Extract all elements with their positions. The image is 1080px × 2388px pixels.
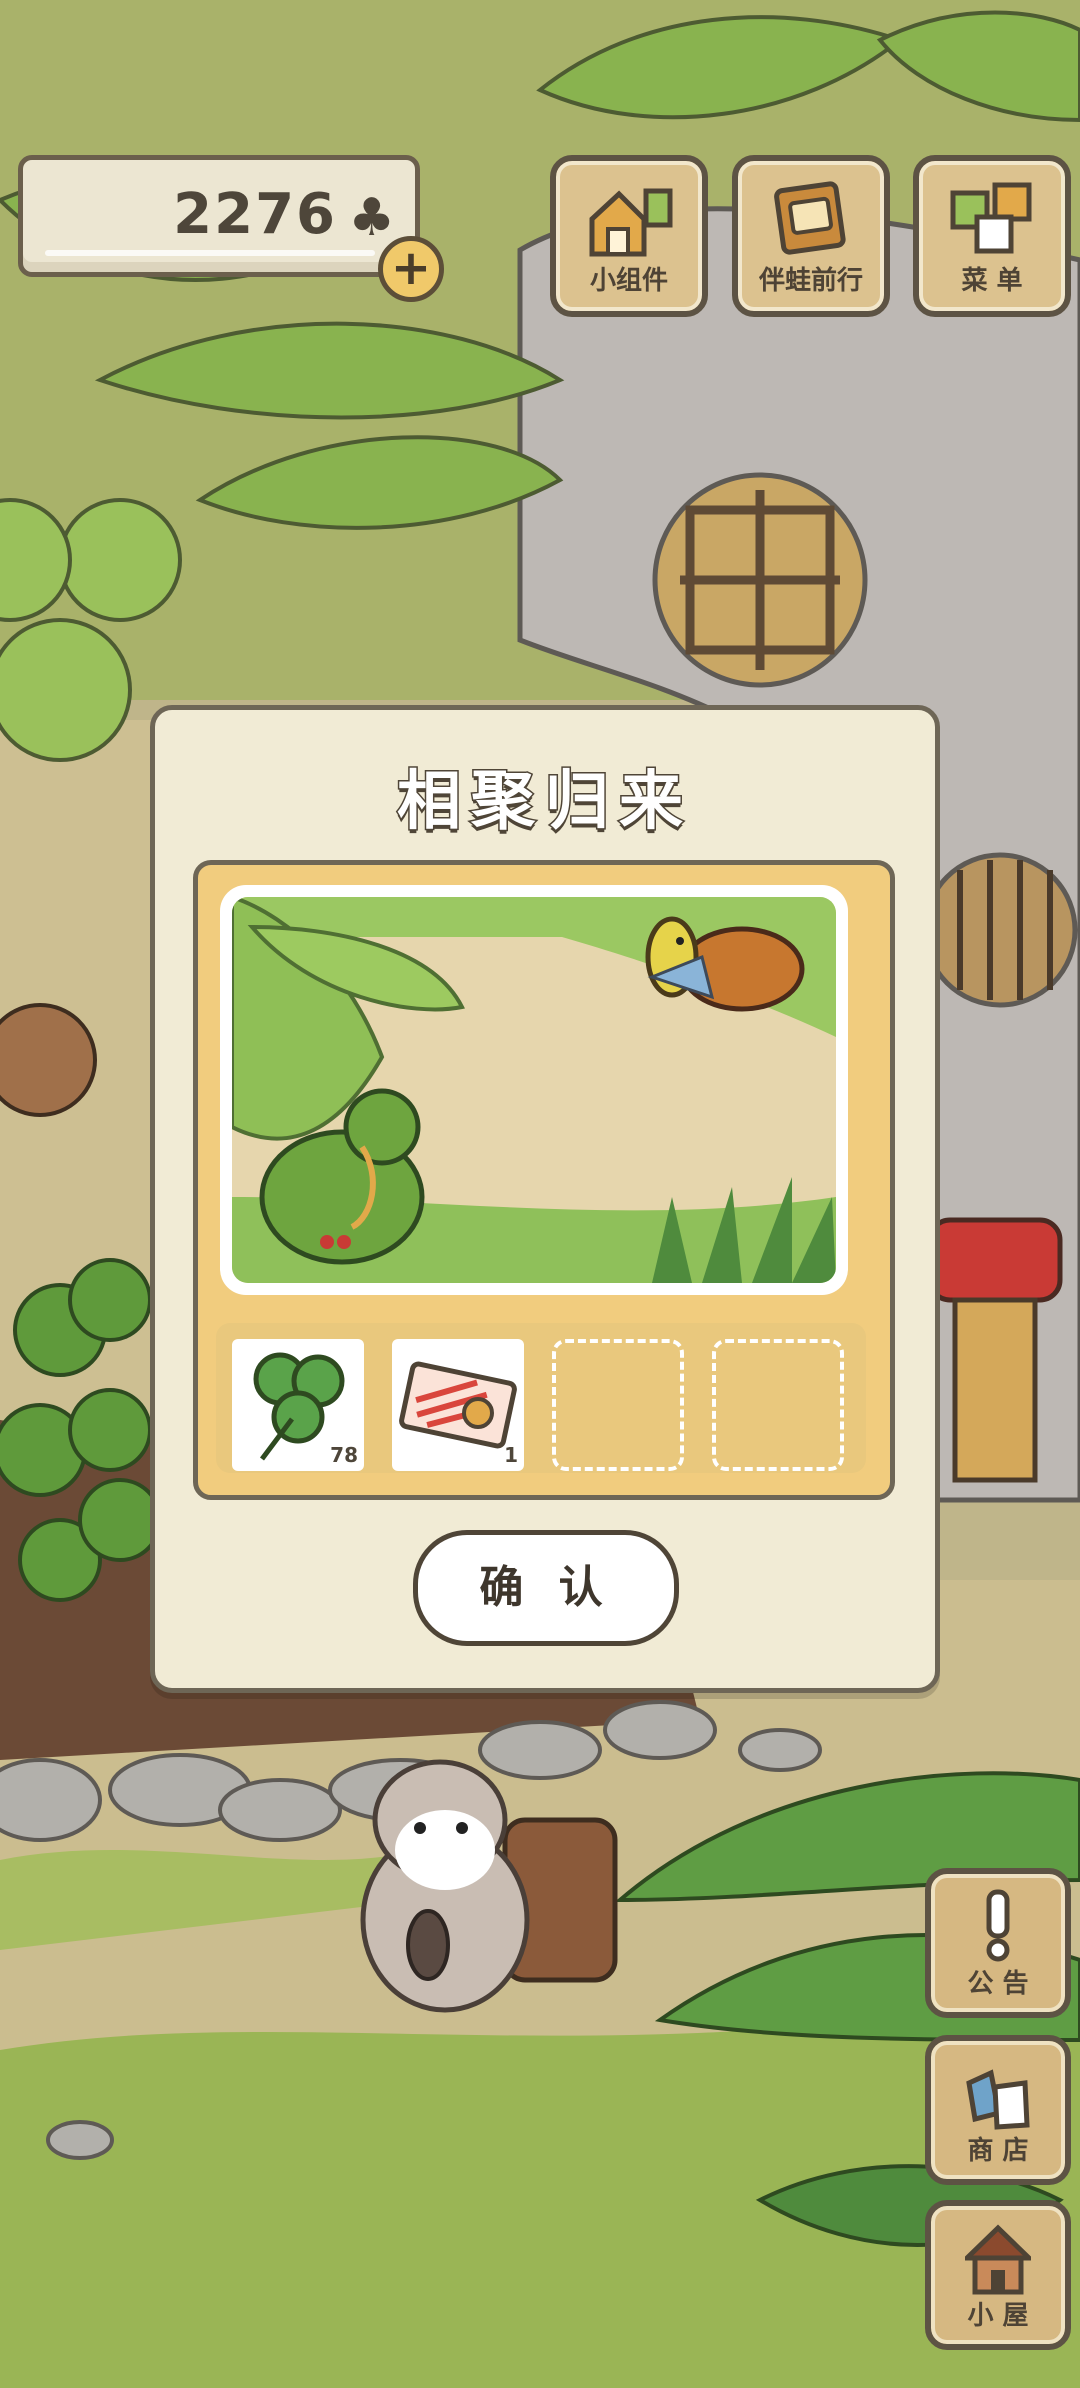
house-icon	[965, 2224, 1031, 2295]
shop-button[interactable]: 商 店	[925, 2035, 1071, 2185]
widget-button[interactable]: 小组件	[550, 155, 708, 317]
clover-icon: ♣	[348, 188, 395, 248]
item-slot-ticket[interactable]: 1	[392, 1339, 524, 1471]
exclamation-icon	[986, 1889, 1010, 1962]
item-slot-empty	[552, 1339, 684, 1471]
confirm-button[interactable]: 确 认	[413, 1530, 679, 1646]
dialog-title: 相聚归来	[396, 764, 693, 841]
widget-icon	[589, 188, 673, 257]
clover-counter: 2276 ♣	[18, 155, 420, 277]
house-button[interactable]: 小 屋	[925, 2200, 1071, 2350]
menu-cards-icon	[950, 182, 1032, 254]
add-clover-button[interactable]: +	[378, 236, 444, 302]
notice-button[interactable]: 公 告	[925, 1868, 1071, 2018]
reward-frame: 78 1	[193, 860, 895, 1500]
plus-icon: +	[390, 240, 432, 296]
reward-items: 78 1	[216, 1323, 866, 1473]
ticket-qty: 1	[504, 1443, 518, 1467]
clover-amount: 2276	[173, 182, 337, 247]
menu-button[interactable]: 菜 单	[913, 155, 1071, 317]
notice-label: 公 告	[967, 1969, 1029, 1999]
shop-bags-icon	[966, 2069, 1030, 2130]
menu-label: 菜 单	[961, 266, 1023, 296]
reunion-photo[interactable]	[220, 885, 848, 1295]
reunion-dialog: 相聚归来 78 1 确 认	[150, 705, 940, 1693]
clover-qty: 78	[330, 1443, 358, 1467]
journal-label: 伴蛙前行	[758, 266, 863, 296]
journal-button[interactable]: 伴蛙前行	[732, 155, 890, 317]
shop-label: 商 店	[967, 2136, 1029, 2166]
widget-label: 小组件	[589, 266, 668, 296]
journal-icon	[774, 181, 846, 255]
counter-shine	[45, 250, 375, 256]
frog-with-turtle-picture	[232, 897, 836, 1283]
house-label: 小 屋	[967, 2301, 1029, 2331]
item-slot-clover[interactable]: 78	[232, 1339, 364, 1471]
item-slot-empty	[712, 1339, 844, 1471]
